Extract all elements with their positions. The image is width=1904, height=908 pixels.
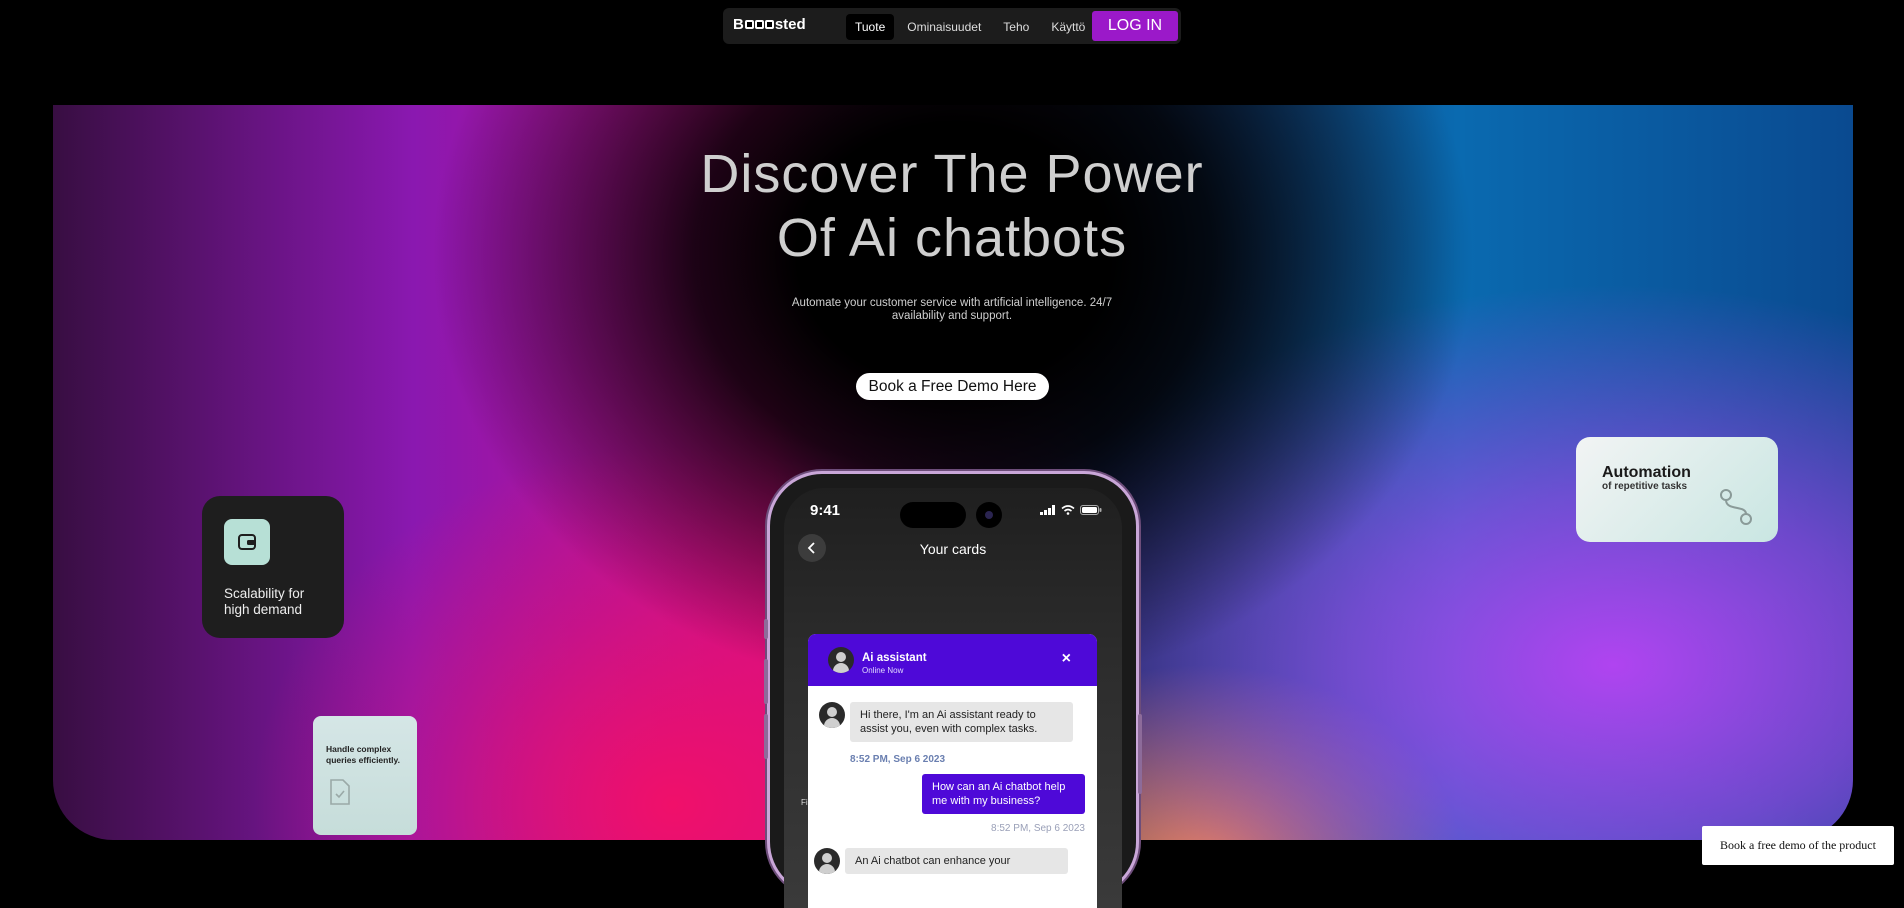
nav-link-ominaisuudet[interactable]: Ominaisuudet bbox=[898, 14, 990, 40]
message-timestamp: 8:52 PM, Sep 6 2023 bbox=[991, 823, 1085, 834]
stray-text: Fi bbox=[801, 798, 808, 807]
close-icon[interactable]: × bbox=[1062, 650, 1071, 668]
phone-button bbox=[764, 659, 768, 704]
phone-button bbox=[1138, 714, 1142, 794]
chat-message-user: How can an Ai chatbot help me with my bu… bbox=[922, 774, 1085, 814]
route-icon bbox=[1718, 487, 1754, 532]
camera-icon bbox=[976, 502, 1002, 528]
message-timestamp: 8:52 PM, Sep 6 2023 bbox=[850, 754, 946, 765]
chat-online-status: Online Now bbox=[862, 666, 904, 675]
login-button[interactable]: LOG IN bbox=[1092, 11, 1178, 41]
status-time: 9:41 bbox=[810, 502, 841, 519]
logo-suffix: sted bbox=[774, 16, 806, 33]
wifi-icon bbox=[1061, 505, 1075, 515]
status-icons bbox=[1040, 505, 1102, 515]
chat-message-bot: An Ai chatbot can enhance your bbox=[845, 848, 1068, 874]
hero-title: Discover The Power Of Ai chatbots bbox=[0, 142, 1904, 270]
phone-screen: 9:41 Your cards Ai assistant Online Now … bbox=[784, 488, 1122, 908]
battery-icon bbox=[1080, 505, 1102, 515]
logo-prefix: B bbox=[733, 16, 744, 33]
automation-subtitle: of repetitive tasks bbox=[1602, 481, 1688, 492]
hero-subtitle: Automate your customer service with arti… bbox=[791, 297, 1113, 322]
phone-button bbox=[764, 619, 768, 639]
book-demo-button[interactable]: Book a Free Demo Here bbox=[856, 373, 1049, 400]
phone-mockup: 9:41 Your cards Ai assistant Online Now … bbox=[764, 474, 1142, 908]
logo-dots-icon bbox=[744, 20, 774, 29]
hero-title-line-1: Discover The Power bbox=[700, 144, 1204, 204]
nav-link-teho[interactable]: Teho bbox=[994, 14, 1038, 40]
nav-links: Tuote Ominaisuudet Teho Käyttö bbox=[846, 14, 1094, 40]
chat-header: Ai assistant Online Now × bbox=[808, 634, 1097, 686]
nav-link-tuote[interactable]: Tuote bbox=[846, 14, 895, 40]
wallet-icon bbox=[224, 519, 270, 565]
hero-title-line-2: Of Ai chatbots bbox=[776, 208, 1128, 268]
assistant-avatar bbox=[828, 647, 854, 673]
nav-link-kaytto[interactable]: Käyttö bbox=[1042, 14, 1094, 40]
assistant-avatar bbox=[819, 702, 845, 728]
document-check-icon bbox=[328, 778, 352, 811]
chat-assistant-name: Ai assistant bbox=[862, 652, 927, 664]
chat-widget: Ai assistant Online Now × Hi there, I'm … bbox=[808, 634, 1097, 908]
complex-queries-text: Handle complex queries efficiently. bbox=[326, 744, 401, 765]
automation-card: Automation of repetitive tasks bbox=[1576, 437, 1778, 542]
scalability-text: Scalability for high demand bbox=[224, 586, 305, 617]
book-demo-floating-button[interactable]: Book a free demo of the product bbox=[1702, 826, 1894, 865]
complex-queries-card: Handle complex queries efficiently. bbox=[313, 716, 417, 835]
scalability-card: Scalability for high demand bbox=[202, 496, 344, 638]
chat-message-bot: Hi there, I'm an Ai assistant ready to a… bbox=[850, 702, 1073, 742]
screen-title: Your cards bbox=[919, 541, 987, 557]
assistant-avatar bbox=[814, 848, 840, 874]
signal-icon bbox=[1040, 505, 1055, 515]
dynamic-island bbox=[900, 502, 966, 528]
phone-button bbox=[764, 714, 768, 759]
top-navbar: B sted Tuote Ominaisuudet Teho Käyttö LO… bbox=[723, 8, 1181, 44]
brand-logo[interactable]: B sted bbox=[733, 16, 806, 33]
automation-title: Automation bbox=[1602, 464, 1691, 481]
